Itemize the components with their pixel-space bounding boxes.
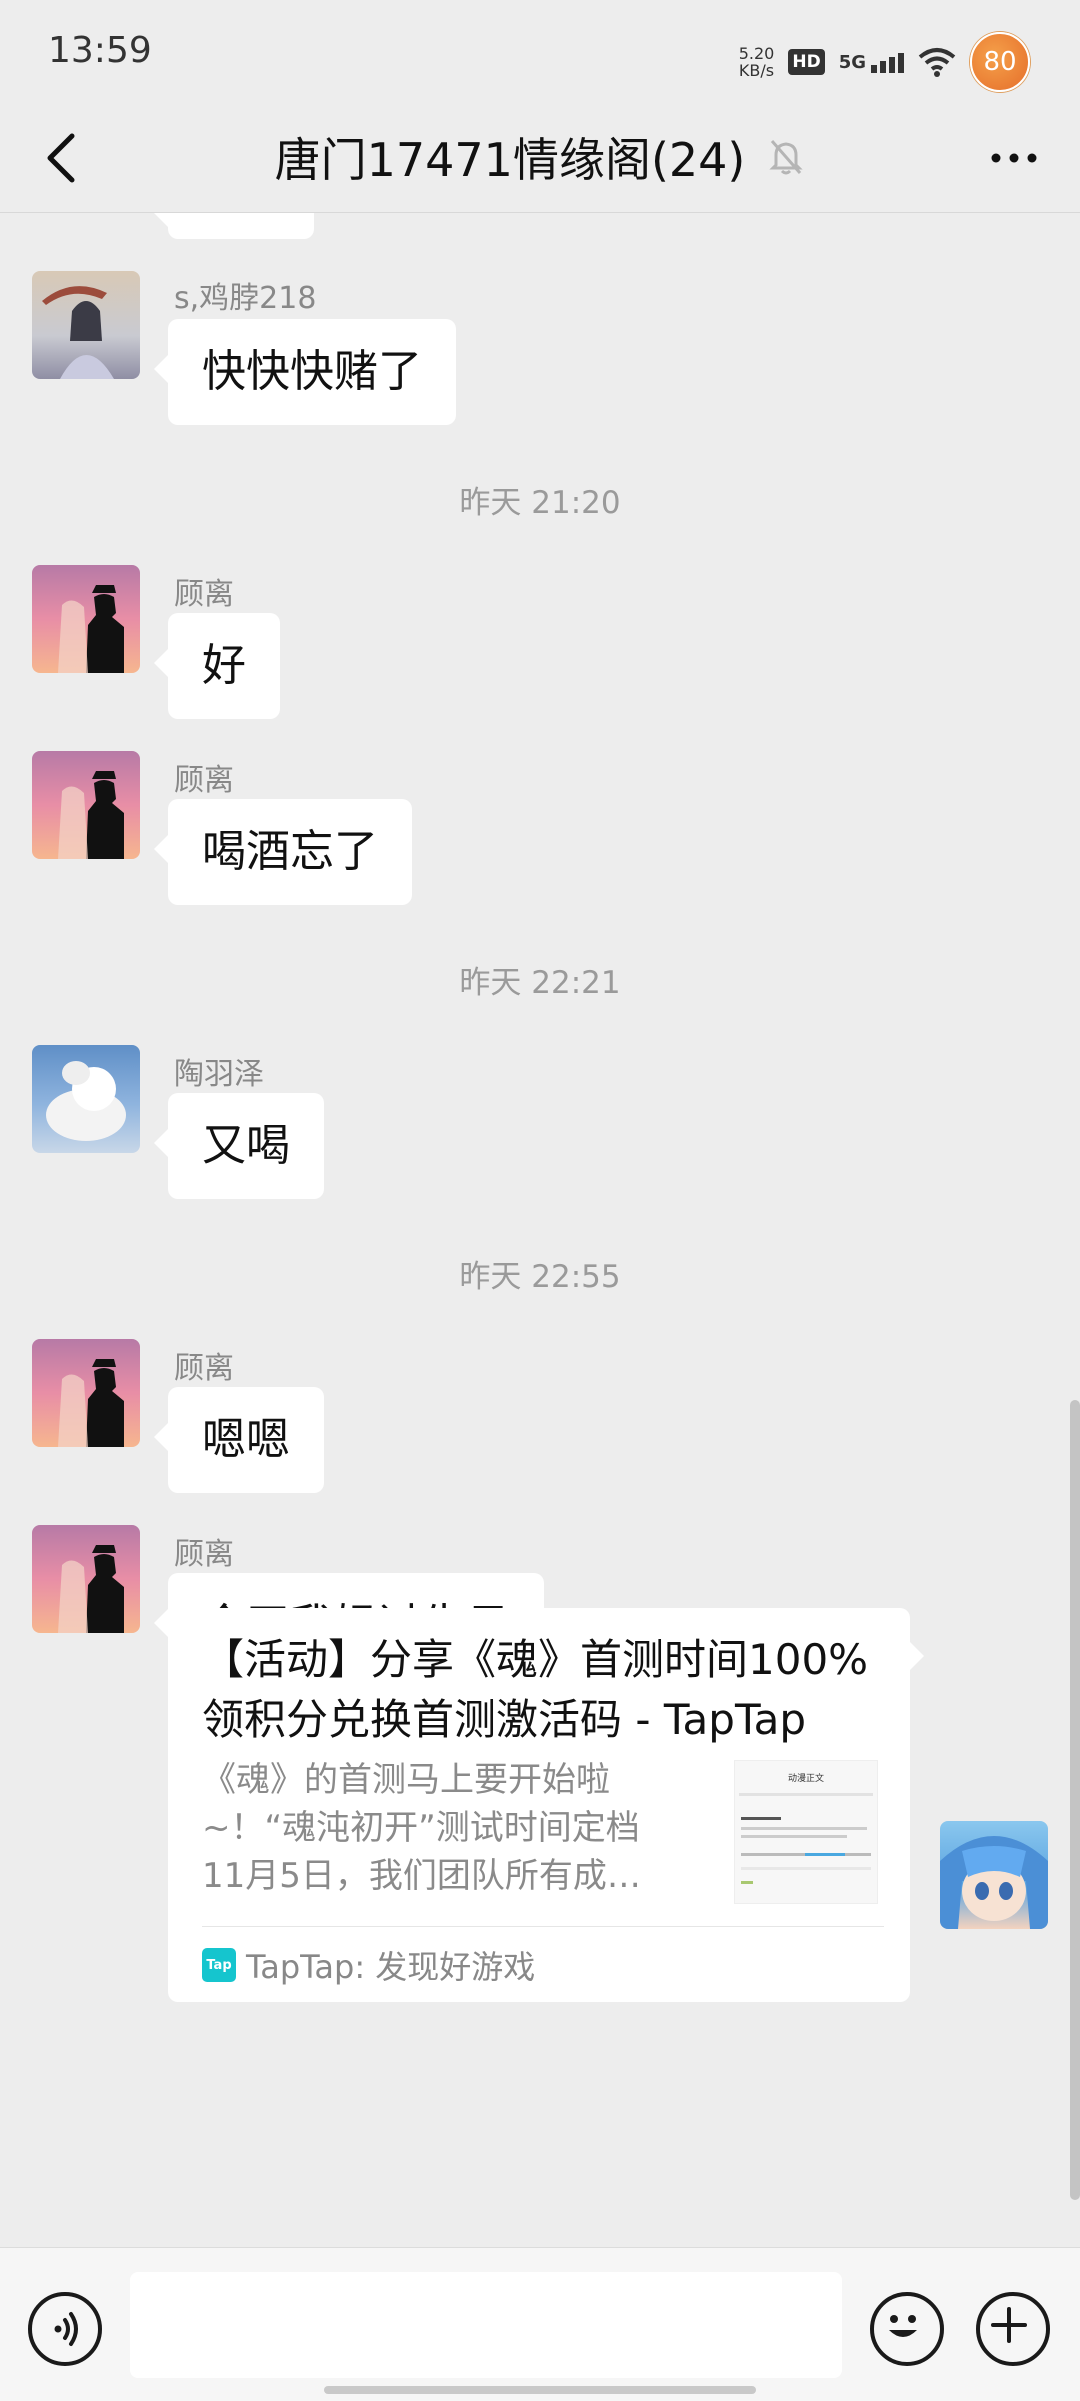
sender-name: s,鸡脖218: [174, 281, 317, 316]
avatar[interactable]: [32, 1339, 140, 1447]
avatar-image: [940, 1836, 1048, 1929]
chat-title[interactable]: 唐门17471情缘阁(24): [275, 124, 746, 190]
link-card-thumbnail: 动漫正文: [734, 1760, 878, 1904]
timestamp: 昨天 21:20: [459, 485, 621, 521]
message-bubble-partial[interactable]: [154, 213, 314, 239]
chat-header: 唐门17471情缘阁(24): [0, 106, 1080, 212]
network-speed-value: 5.20: [738, 44, 775, 63]
avatar-image: [42, 286, 114, 379]
hd-icon: HD: [788, 49, 825, 75]
sender-name: 陶羽泽: [174, 1057, 264, 1092]
signal-icon: 5G: [839, 52, 904, 73]
home-indicator[interactable]: [324, 2386, 756, 2394]
avatar-image: [46, 1061, 126, 1141]
message-bubble[interactable]: 快快快赌了: [154, 319, 456, 425]
timestamp: 昨天 22:21: [459, 965, 621, 1001]
sender-name: 顾离: [174, 763, 234, 798]
network-speed-unit: KB/s: [738, 61, 775, 80]
my-avatar[interactable]: [940, 1821, 1048, 1929]
avatar-image: [58, 1359, 124, 1447]
link-card-source: Tap TapTap: 发现好游戏: [202, 1942, 535, 1988]
avatar-image: [58, 1545, 124, 1633]
avatar[interactable]: [32, 751, 140, 859]
battery-level: 80: [983, 47, 1017, 77]
more-dots-icon[interactable]: [984, 128, 1044, 188]
timestamp: 昨天 22:55: [459, 1259, 621, 1295]
message-bubble[interactable]: 喝酒忘了: [154, 799, 412, 905]
network-type-label: 5G: [838, 51, 866, 73]
avatar-image: [58, 771, 124, 859]
link-card-title: 【活动】分享《魂》首测时间100%领积分兑换首测激活码 - TapTap: [202, 1635, 869, 1744]
thumbnail-title: 动漫正文: [787, 1774, 824, 1784]
message-bubble[interactable]: 嗯嗯: [154, 1387, 324, 1493]
message-bubble[interactable]: 好: [154, 613, 280, 719]
avatar-image: [58, 585, 124, 673]
sender-name: 顾离: [174, 1351, 234, 1386]
mute-bell-icon: [769, 140, 803, 175]
message-input[interactable]: [130, 2272, 842, 2378]
link-card-message[interactable]: 【活动】分享《魂》首测时间100%领积分兑换首测激活码 - TapTap 《魂》…: [168, 1608, 924, 2002]
voice-icon[interactable]: [28, 2292, 102, 2366]
input-bar: [0, 2247, 1080, 2401]
sender-name: 顾离: [174, 1537, 234, 1572]
avatar[interactable]: [32, 271, 140, 379]
avatar[interactable]: [32, 1045, 140, 1153]
scrollbar[interactable]: [1070, 1400, 1080, 2200]
network-speed: 5.20 KB/s: [739, 45, 775, 79]
avatar[interactable]: [32, 1525, 140, 1633]
link-card-divider: [202, 1926, 884, 1927]
battery-icon: 80: [970, 32, 1030, 92]
plus-icon[interactable]: [976, 2292, 1050, 2366]
wifi-icon: [918, 48, 956, 77]
avatar[interactable]: [32, 565, 140, 673]
sender-name: 顾离: [174, 577, 234, 612]
status-time: 13:59: [48, 30, 152, 71]
link-card-description: 《魂》的首测马上要开始啦~！“魂沌初开”测试时间定档11月5日，我们团队所有成员…: [202, 1760, 640, 1896]
link-card-source-label: TapTap: 发现好游戏: [246, 1948, 536, 1986]
message-bubble[interactable]: 又喝: [154, 1093, 324, 1199]
status-icons: 5.20 KB/s HD 5G 80: [739, 32, 1030, 92]
emoji-icon[interactable]: [870, 2292, 944, 2366]
status-bar: 13:59 5.20 KB/s HD 5G 80: [0, 0, 1080, 106]
taptap-logo-icon: Tap: [202, 1948, 236, 1982]
